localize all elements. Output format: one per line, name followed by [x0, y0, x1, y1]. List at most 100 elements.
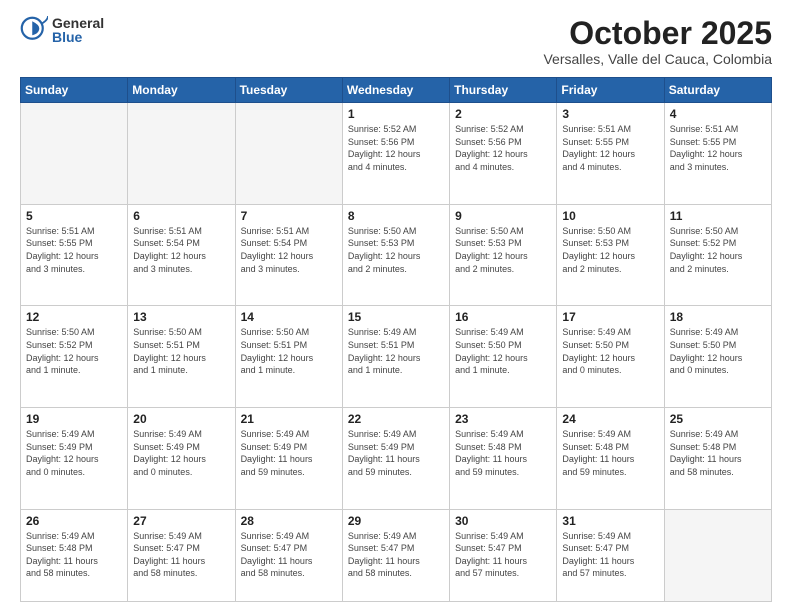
day-number: 27: [133, 514, 229, 528]
day-info: Sunrise: 5:49 AM Sunset: 5:47 PM Dayligh…: [133, 530, 229, 580]
day-number: 14: [241, 310, 337, 324]
table-row: 4 Sunrise: 5:51 AM Sunset: 5:55 PM Daylig…: [664, 103, 771, 205]
calendar-week-row: 19 Sunrise: 5:49 AM Sunset: 5:49 PM Dayli…: [21, 408, 772, 510]
day-info: Sunrise: 5:49 AM Sunset: 5:50 PM Dayligh…: [670, 326, 766, 376]
day-info: Sunrise: 5:49 AM Sunset: 5:49 PM Dayligh…: [26, 428, 122, 478]
title-block: October 2025 Versalles, Valle del Cauca,…: [543, 16, 772, 67]
day-info: Sunrise: 5:49 AM Sunset: 5:47 PM Dayligh…: [455, 530, 551, 580]
calendar-header-row: Sunday Monday Tuesday Wednesday Thursday…: [21, 78, 772, 103]
day-number: 12: [26, 310, 122, 324]
logo-text: General Blue: [52, 16, 104, 44]
table-row: [235, 103, 342, 205]
day-info: Sunrise: 5:51 AM Sunset: 5:55 PM Dayligh…: [670, 123, 766, 173]
day-info: Sunrise: 5:52 AM Sunset: 5:56 PM Dayligh…: [348, 123, 444, 173]
day-number: 20: [133, 412, 229, 426]
table-row: 27 Sunrise: 5:49 AM Sunset: 5:47 PM Dayli…: [128, 509, 235, 601]
day-info: Sunrise: 5:51 AM Sunset: 5:54 PM Dayligh…: [133, 225, 229, 275]
day-info: Sunrise: 5:49 AM Sunset: 5:49 PM Dayligh…: [348, 428, 444, 478]
calendar-title: October 2025: [543, 16, 772, 51]
table-row: [128, 103, 235, 205]
day-info: Sunrise: 5:50 AM Sunset: 5:51 PM Dayligh…: [133, 326, 229, 376]
day-info: Sunrise: 5:49 AM Sunset: 5:48 PM Dayligh…: [455, 428, 551, 478]
day-info: Sunrise: 5:50 AM Sunset: 5:53 PM Dayligh…: [455, 225, 551, 275]
table-row: 18 Sunrise: 5:49 AM Sunset: 5:50 PM Dayli…: [664, 306, 771, 408]
day-info: Sunrise: 5:50 AM Sunset: 5:52 PM Dayligh…: [670, 225, 766, 275]
day-number: 2: [455, 107, 551, 121]
table-row: 3Sunrise: 5:51 AM Sunset: 5:55 PM Daylig…: [557, 103, 664, 205]
day-number: 26: [26, 514, 122, 528]
day-info: Sunrise: 5:49 AM Sunset: 5:47 PM Dayligh…: [562, 530, 658, 580]
table-row: 10Sunrise: 5:50 AM Sunset: 5:53 PM Dayli…: [557, 204, 664, 306]
day-info: Sunrise: 5:51 AM Sunset: 5:54 PM Dayligh…: [241, 225, 337, 275]
table-row: 11 Sunrise: 5:50 AM Sunset: 5:52 PM Dayli…: [664, 204, 771, 306]
day-number: 19: [26, 412, 122, 426]
logo-general-text: General: [52, 16, 104, 30]
day-number: 24: [562, 412, 658, 426]
col-saturday: Saturday: [664, 78, 771, 103]
col-thursday: Thursday: [450, 78, 557, 103]
day-info: Sunrise: 5:49 AM Sunset: 5:50 PM Dayligh…: [455, 326, 551, 376]
table-row: 14 Sunrise: 5:50 AM Sunset: 5:51 PM Dayli…: [235, 306, 342, 408]
col-wednesday: Wednesday: [342, 78, 449, 103]
day-number: 30: [455, 514, 551, 528]
table-row: 2 Sunrise: 5:52 AM Sunset: 5:56 PM Daylig…: [450, 103, 557, 205]
logo: General Blue: [20, 16, 104, 44]
day-info: Sunrise: 5:49 AM Sunset: 5:50 PM Dayligh…: [562, 326, 658, 376]
day-info: Sunrise: 5:50 AM Sunset: 5:53 PM Dayligh…: [348, 225, 444, 275]
day-number: 17: [562, 310, 658, 324]
table-row: 8 Sunrise: 5:50 AM Sunset: 5:53 PM Daylig…: [342, 204, 449, 306]
table-row: [664, 509, 771, 601]
day-info: Sunrise: 5:52 AM Sunset: 5:56 PM Dayligh…: [455, 123, 551, 173]
day-info: Sunrise: 5:49 AM Sunset: 5:49 PM Dayligh…: [241, 428, 337, 478]
day-number: 11: [670, 209, 766, 223]
day-info: Sunrise: 5:50 AM Sunset: 5:51 PM Dayligh…: [241, 326, 337, 376]
table-row: 6 Sunrise: 5:51 AM Sunset: 5:54 PM Daylig…: [128, 204, 235, 306]
day-number: 13: [133, 310, 229, 324]
table-row: 25Sunrise: 5:49 AM Sunset: 5:48 PM Dayli…: [664, 408, 771, 510]
table-row: 30 Sunrise: 5:49 AM Sunset: 5:47 PM Dayli…: [450, 509, 557, 601]
calendar-table: Sunday Monday Tuesday Wednesday Thursday…: [20, 77, 772, 602]
table-row: 31 Sunrise: 5:49 AM Sunset: 5:47 PM Dayli…: [557, 509, 664, 601]
day-info: Sunrise: 5:49 AM Sunset: 5:48 PM Dayligh…: [562, 428, 658, 478]
day-number: 23: [455, 412, 551, 426]
day-number: 6: [133, 209, 229, 223]
calendar-week-row: 12 Sunrise: 5:50 AM Sunset: 5:52 PM Dayli…: [21, 306, 772, 408]
day-info: Sunrise: 5:49 AM Sunset: 5:51 PM Dayligh…: [348, 326, 444, 376]
day-number: 8: [348, 209, 444, 223]
day-info: Sunrise: 5:49 AM Sunset: 5:48 PM Dayligh…: [670, 428, 766, 478]
table-row: 17 Sunrise: 5:49 AM Sunset: 5:50 PM Dayli…: [557, 306, 664, 408]
day-info: Sunrise: 5:51 AM Sunset: 5:55 PM Dayligh…: [562, 123, 658, 173]
day-number: 1: [348, 107, 444, 121]
logo-icon: [20, 16, 48, 44]
day-info: Sunrise: 5:49 AM Sunset: 5:47 PM Dayligh…: [348, 530, 444, 580]
col-monday: Monday: [128, 78, 235, 103]
col-friday: Friday: [557, 78, 664, 103]
table-row: 24 Sunrise: 5:49 AM Sunset: 5:48 PM Dayli…: [557, 408, 664, 510]
day-number: 22: [348, 412, 444, 426]
day-info: Sunrise: 5:50 AM Sunset: 5:52 PM Dayligh…: [26, 326, 122, 376]
table-row: 15Sunrise: 5:49 AM Sunset: 5:51 PM Dayli…: [342, 306, 449, 408]
day-number: 4: [670, 107, 766, 121]
table-row: 19 Sunrise: 5:49 AM Sunset: 5:49 PM Dayli…: [21, 408, 128, 510]
table-row: 13 Sunrise: 5:50 AM Sunset: 5:51 PM Dayli…: [128, 306, 235, 408]
calendar-week-row: 5Sunrise: 5:51 AM Sunset: 5:55 PM Daylig…: [21, 204, 772, 306]
day-number: 31: [562, 514, 658, 528]
day-info: Sunrise: 5:49 AM Sunset: 5:49 PM Dayligh…: [133, 428, 229, 478]
day-number: 28: [241, 514, 337, 528]
table-row: 12 Sunrise: 5:50 AM Sunset: 5:52 PM Dayli…: [21, 306, 128, 408]
day-number: 9: [455, 209, 551, 223]
day-number: 5: [26, 209, 122, 223]
table-row: 21Sunrise: 5:49 AM Sunset: 5:49 PM Dayli…: [235, 408, 342, 510]
calendar-week-row: 26Sunrise: 5:49 AM Sunset: 5:48 PM Dayli…: [21, 509, 772, 601]
page: General Blue October 2025 Versalles, Val…: [0, 0, 792, 612]
day-info: Sunrise: 5:49 AM Sunset: 5:47 PM Dayligh…: [241, 530, 337, 580]
table-row: 20 Sunrise: 5:49 AM Sunset: 5:49 PM Dayli…: [128, 408, 235, 510]
table-row: 7Sunrise: 5:51 AM Sunset: 5:54 PM Daylig…: [235, 204, 342, 306]
table-row: 9 Sunrise: 5:50 AM Sunset: 5:53 PM Daylig…: [450, 204, 557, 306]
table-row: 5Sunrise: 5:51 AM Sunset: 5:55 PM Daylig…: [21, 204, 128, 306]
day-number: 18: [670, 310, 766, 324]
calendar-week-row: 1 Sunrise: 5:52 AM Sunset: 5:56 PM Daylig…: [21, 103, 772, 205]
table-row: 23 Sunrise: 5:49 AM Sunset: 5:48 PM Dayli…: [450, 408, 557, 510]
header: General Blue October 2025 Versalles, Val…: [20, 16, 772, 67]
table-row: 22 Sunrise: 5:49 AM Sunset: 5:49 PM Dayli…: [342, 408, 449, 510]
